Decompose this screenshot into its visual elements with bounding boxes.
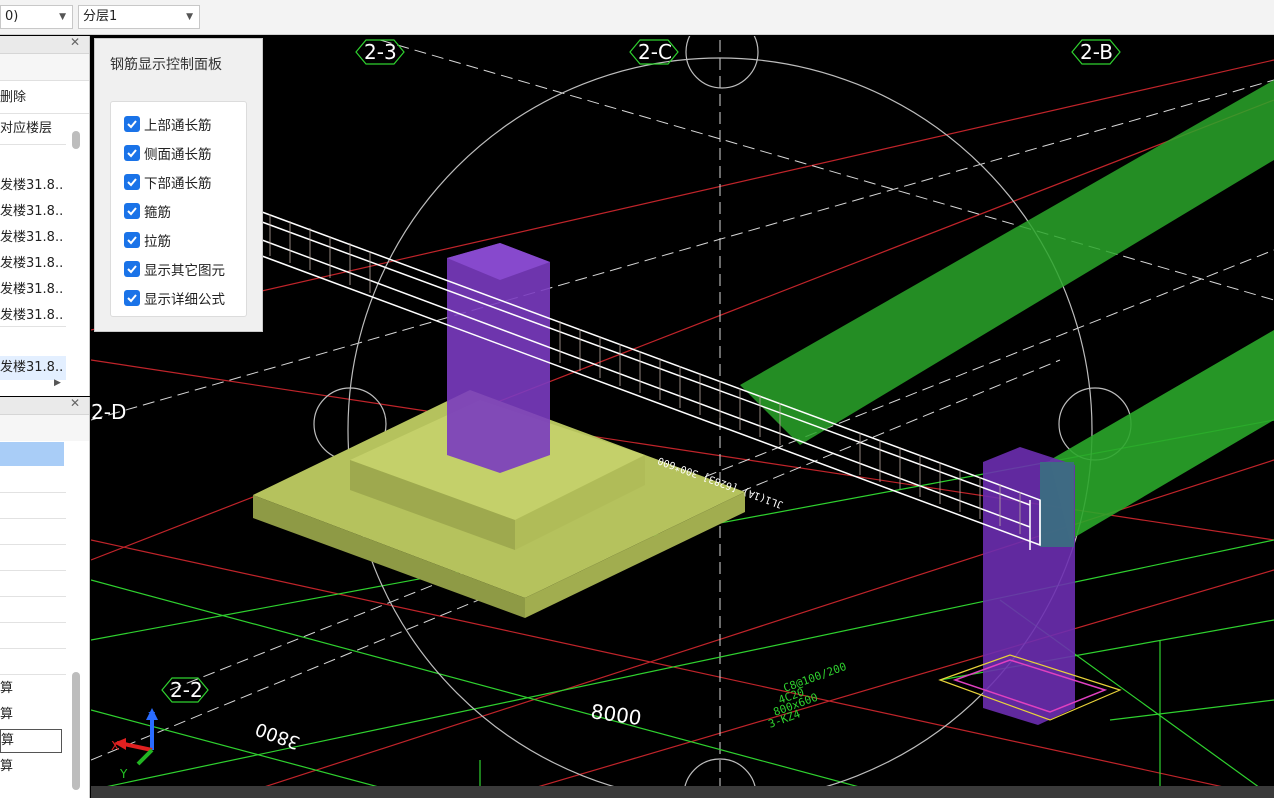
svg-text:Z: Z <box>148 710 156 723</box>
column-cap <box>1040 462 1074 547</box>
viewport-scene: JL1(1A) [6283] 300*600 3-KZ4 800x600 4C2… <box>91 36 1274 798</box>
checkbox-show-detailed-formula[interactable]: 显示详细公式 <box>124 288 225 308</box>
checkbox-checked-icon <box>124 116 140 132</box>
divider <box>0 113 89 114</box>
list-item-selected[interactable] <box>0 442 64 466</box>
column-header-floor[interactable]: 对应楼层 <box>0 117 52 141</box>
checkbox-checked-icon <box>124 232 140 248</box>
floor-combo[interactable]: 0) ▼ <box>0 5 73 29</box>
list-item[interactable]: 发楼31.8.. <box>0 174 63 198</box>
checkbox-side-longitudinal[interactable]: 侧面通长筋 <box>124 143 212 163</box>
checkbox-tie-bar[interactable]: 拉筋 <box>124 230 171 250</box>
chevron-down-icon: ▼ <box>186 12 193 22</box>
checkbox-stirrup[interactable]: 箍筋 <box>124 201 171 221</box>
divider <box>0 648 66 649</box>
layer-combo[interactable]: 分层1 ▼ <box>78 5 200 29</box>
svg-text:C8@100/200: C8@100/200 <box>782 660 849 695</box>
left-panel-bottom: ✕ 算 算 算 算 <box>0 397 90 798</box>
axis-label-2-3: 2-3 <box>364 40 397 64</box>
axis-label-2-C: 2-C <box>638 40 672 64</box>
floor-combo-value: 0) <box>5 9 19 24</box>
divider <box>0 674 66 675</box>
list-item-selected[interactable]: 发楼31.8.. <box>0 356 66 380</box>
top-toolbar: 0) ▼ 分层1 ▼ <box>0 0 1274 35</box>
viewport-statusbar <box>91 786 1274 798</box>
dimension-8000: 8000 <box>589 699 643 730</box>
axis-label-2-2: 2-2 <box>170 678 203 702</box>
list-item[interactable]: 发楼31.8.. <box>0 278 63 302</box>
divider <box>0 492 66 493</box>
axis-lines <box>91 39 1274 798</box>
checkbox-show-other-elements[interactable]: 显示其它图元 <box>124 259 225 279</box>
column-annotations: 3-KZ4 800x600 4C20 C8@100/200 <box>767 660 849 731</box>
panel-toolbar <box>0 54 89 81</box>
divider <box>0 326 66 327</box>
svg-text:X: X <box>111 739 119 753</box>
scrollbar-thumb[interactable] <box>72 131 80 149</box>
checkbox-top-longitudinal[interactable]: 上部通长筋 <box>124 114 212 134</box>
checkbox-checked-icon <box>124 203 140 219</box>
checkbox-checked-icon <box>124 174 140 190</box>
close-icon[interactable]: ✕ <box>70 397 80 410</box>
3d-viewport[interactable]: JL1(1A) [6283] 300*600 3-KZ4 800x600 4C2… <box>91 36 1274 798</box>
list-item[interactable]: 算 <box>0 677 13 701</box>
close-icon[interactable]: ✕ <box>70 36 80 49</box>
panel-title: 钢筋显示控制面板 <box>110 57 222 73</box>
axis-label-2-D: 2-D <box>91 400 126 424</box>
panel-toolbar <box>0 415 89 441</box>
divider <box>0 570 66 571</box>
panel-titlebar: ✕ <box>0 36 89 54</box>
beam-green-2 <box>1050 330 1274 540</box>
list-item-focused[interactable]: 算 <box>0 729 62 753</box>
list-item[interactable]: 算 <box>0 755 13 779</box>
chevron-down-icon: ▼ <box>59 12 66 22</box>
divider <box>0 144 66 145</box>
axis-label-2-B: 2-B <box>1080 40 1113 64</box>
panel-titlebar: ✕ <box>0 397 89 415</box>
dimension-3800: 3800 <box>253 718 303 753</box>
checkbox-bottom-longitudinal[interactable]: 下部通长筋 <box>124 172 212 192</box>
scrollbar-thumb[interactable] <box>72 672 80 790</box>
rebar-display-control-panel: 钢筋显示控制面板 上部通长筋 侧面通长筋 下部通长筋 箍筋 拉筋 显示其它图元 … <box>94 38 263 332</box>
divider <box>0 622 66 623</box>
list-item[interactable]: 算 <box>0 703 13 727</box>
left-panel-top: ✕ 删除 对应楼层 发楼31.8.. 发楼31.8.. 发楼31.8.. 发楼3… <box>0 36 90 396</box>
checkbox-checked-icon <box>124 290 140 306</box>
divider <box>0 596 66 597</box>
divider <box>0 518 66 519</box>
list-item[interactable]: 发楼31.8.. <box>0 200 63 224</box>
list-item[interactable]: 发楼31.8.. <box>0 226 63 250</box>
divider <box>0 544 66 545</box>
checkbox-checked-icon <box>124 145 140 161</box>
checkbox-group: 上部通长筋 侧面通长筋 下部通长筋 箍筋 拉筋 显示其它图元 显示详细公式 <box>110 101 247 317</box>
layer-combo-value: 分层1 <box>83 9 118 24</box>
list-item[interactable]: 发楼31.8.. <box>0 252 63 276</box>
svg-text:Y: Y <box>119 767 128 781</box>
chevron-right-icon[interactable]: ▶ <box>54 378 61 388</box>
list-item[interactable]: 发楼31.8.. <box>0 304 63 328</box>
delete-button[interactable]: 删除 <box>0 86 26 110</box>
view-gizmo: X Y Z <box>111 708 158 781</box>
checkbox-checked-icon <box>124 261 140 277</box>
